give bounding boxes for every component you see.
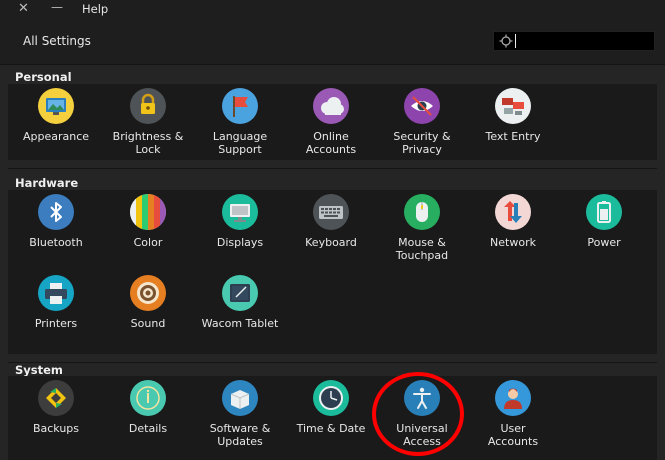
item-label: Software & Updates <box>209 422 271 448</box>
minimize-icon[interactable]: — <box>51 0 63 14</box>
eye-icon <box>404 88 440 124</box>
package-icon <box>222 380 258 416</box>
item-network[interactable]: Network <box>468 194 558 249</box>
item-label: Network <box>490 236 536 249</box>
item-label: Power <box>587 236 621 249</box>
item-displays[interactable]: Displays <box>195 194 285 249</box>
section-title-personal: Personal <box>15 70 72 84</box>
item-label: Language Support <box>212 130 268 156</box>
item-label: Appearance <box>22 130 90 143</box>
item-security-privacy[interactable]: Security & Privacy <box>377 88 467 156</box>
clock-icon <box>313 380 349 416</box>
hardware-panel: Bluetooth Color Displays Keyboard Mouse … <box>8 190 657 354</box>
speaker-icon <box>130 275 166 311</box>
network-arrows-icon <box>495 194 531 230</box>
search-input[interactable] <box>493 31 655 51</box>
section-title-hardware: Hardware <box>15 176 79 190</box>
appearance-icon <box>38 88 74 124</box>
item-color[interactable]: Color <box>103 194 193 249</box>
all-settings-button[interactable]: All Settings <box>23 34 91 48</box>
info-icon <box>130 380 166 416</box>
item-mouse-touchpad[interactable]: Mouse & Touchpad <box>377 194 467 262</box>
close-icon[interactable]: ✕ <box>18 1 29 16</box>
battery-icon <box>586 194 622 230</box>
keyboard-layout-icon <box>495 88 531 124</box>
section-title-system: System <box>15 363 63 377</box>
item-backups[interactable]: Backups <box>11 380 101 435</box>
item-label: Text Entry <box>485 130 541 143</box>
section-divider <box>8 168 657 169</box>
system-panel: Backups Details Software & Updates Time … <box>8 376 657 460</box>
item-label: Online Accounts <box>305 130 357 156</box>
item-language-support[interactable]: Language Support <box>195 88 285 156</box>
item-label: Keyboard <box>305 236 357 249</box>
backup-icon <box>38 380 74 416</box>
item-label: Time & Date <box>296 422 366 435</box>
item-online-accounts[interactable]: Online Accounts <box>286 88 376 156</box>
color-stripes-icon <box>130 194 166 230</box>
bluetooth-icon <box>38 194 74 230</box>
item-label: Printers <box>34 317 78 330</box>
item-label: Backups <box>32 422 80 435</box>
cloud-icon <box>313 88 349 124</box>
title-bar: ✕ — Help <box>0 0 665 20</box>
item-label: Details <box>128 422 168 435</box>
text-cursor <box>515 34 516 48</box>
highlight-circle-annotation <box>372 372 464 456</box>
item-wacom-tablet[interactable]: Wacom Tablet <box>195 275 285 330</box>
item-label: User Accounts <box>487 422 539 448</box>
window-title: Help <box>82 2 109 16</box>
keyboard-icon <box>313 194 349 230</box>
printer-icon <box>38 275 74 311</box>
settings-content: Personal Appearance Brightness & Lock La… <box>0 65 665 460</box>
monitor-icon <box>222 194 258 230</box>
item-time-date[interactable]: Time & Date <box>286 380 376 435</box>
toolbar: All Settings <box>0 20 665 65</box>
personal-panel: Appearance Brightness & Lock Language Su… <box>8 84 657 160</box>
item-user-accounts[interactable]: User Accounts <box>468 380 558 448</box>
item-brightness-lock[interactable]: Brightness & Lock <box>103 88 193 156</box>
item-printers[interactable]: Printers <box>11 275 101 330</box>
item-software-updates[interactable]: Software & Updates <box>195 380 285 448</box>
search-icon <box>499 34 513 48</box>
item-label: Brightness & Lock <box>112 130 184 156</box>
item-appearance[interactable]: Appearance <box>11 88 101 143</box>
item-power[interactable]: Power <box>559 194 649 249</box>
item-details[interactable]: Details <box>103 380 193 435</box>
item-label: Mouse & Touchpad <box>395 236 449 262</box>
item-label: Sound <box>130 317 166 330</box>
item-bluetooth[interactable]: Bluetooth <box>11 194 101 249</box>
item-text-entry[interactable]: Text Entry <box>468 88 558 143</box>
item-keyboard[interactable]: Keyboard <box>286 194 376 249</box>
item-sound[interactable]: Sound <box>103 275 193 330</box>
item-label: Color <box>133 236 163 249</box>
item-label: Security & Privacy <box>393 130 451 156</box>
item-label: Bluetooth <box>29 236 83 249</box>
section-divider <box>8 362 657 363</box>
mouse-icon <box>404 194 440 230</box>
item-label: Wacom Tablet <box>201 317 279 330</box>
language-flag-icon <box>222 88 258 124</box>
user-icon <box>495 380 531 416</box>
item-label: Displays <box>216 236 264 249</box>
tablet-icon <box>222 275 258 311</box>
brightness-lock-icon <box>130 88 166 124</box>
